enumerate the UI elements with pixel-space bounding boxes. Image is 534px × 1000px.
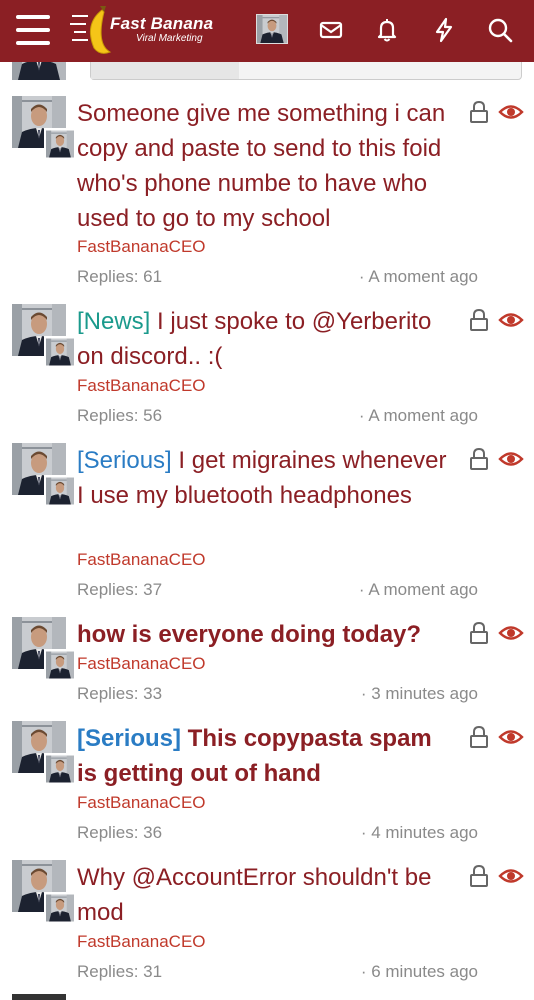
thread-avatar[interactable] [12,617,76,681]
thread-replies: Replies: 36 [77,823,163,842]
thread-avatar[interactable] [12,304,76,368]
thread-avatar[interactable] [12,443,76,507]
thread-replies: Replies: 37 [77,580,163,599]
menu-icon[interactable] [16,15,50,45]
thread-avatar[interactable] [12,96,76,160]
thread-time[interactable]: · 3 minutes ago [361,684,478,704]
lightning-icon[interactable] [430,16,458,44]
thread-title[interactable]: Why @AccountError shouldn't be mod [77,860,457,930]
eye-icon[interactable] [498,101,524,123]
lock-icon [468,864,490,888]
thread-time[interactable]: · A moment ago [359,580,478,600]
lock-icon [468,447,490,471]
next-avatar [12,994,66,1000]
bell-icon[interactable] [373,16,401,44]
logo-title: Fast Banana [110,14,214,33]
thread-replies: Replies: 61 [77,267,163,286]
thread-author[interactable]: FastBananaCEO [77,237,206,257]
thread-prefix: [Serious] [77,447,172,474]
lock-icon [468,725,490,749]
eye-icon[interactable] [498,865,524,887]
thread-title[interactable]: how is everyone doing today? [77,617,457,652]
eye-icon[interactable] [498,726,524,748]
thread-time[interactable]: · 4 minutes ago [361,823,478,843]
lock-icon [468,100,490,124]
thread-title-text: Why @AccountError shouldn't be mod [77,864,432,926]
logo-subtitle: Viral Marketing [136,33,203,44]
lock-icon [468,621,490,645]
lock-icon [468,308,490,332]
search-icon[interactable] [486,16,514,44]
thread-prefix: [Serious] [77,725,182,752]
thread-author[interactable]: FastBananaCEO [77,376,206,396]
thread-author[interactable]: FastBananaCEO [77,550,206,570]
top-bar: Fast Banana Viral Marketing [0,0,534,62]
user-avatar[interactable] [256,14,288,44]
thread-author[interactable]: FastBananaCEO [77,654,206,674]
thread-avatar[interactable] [12,721,76,785]
eye-icon[interactable] [498,622,524,644]
thread-title[interactable]: [News] I just spoke to @Yerberito on dis… [77,304,457,374]
thread-title-text: how is everyone doing today? [77,621,422,648]
thread-replies: Replies: 33 [77,684,163,703]
thread-time[interactable]: · A moment ago [359,267,478,287]
thread-time[interactable]: · 6 minutes ago [361,962,478,982]
site-logo[interactable]: Fast Banana Viral Marketing [70,2,230,58]
mail-icon[interactable] [317,16,345,44]
eye-icon[interactable] [498,448,524,470]
thread-time[interactable]: · A moment ago [359,406,478,426]
thread-replies: Replies: 56 [77,406,163,425]
thread-title[interactable]: Someone give me something i can copy and… [77,96,457,236]
thread-prefix: [News] [77,308,151,335]
thread-title[interactable]: [Serious] This copypasta spam is getting… [77,721,457,791]
thread-replies: Replies: 31 [77,962,163,981]
thread-avatar[interactable] [12,860,76,924]
eye-icon[interactable] [498,309,524,331]
thread-title[interactable]: [Serious] I get migraines whenever I use… [77,443,457,513]
thread-author[interactable]: FastBananaCEO [77,932,206,952]
thread-title-text: Someone give me something i can copy and… [77,100,446,232]
thread-author[interactable]: FastBananaCEO [77,793,206,813]
